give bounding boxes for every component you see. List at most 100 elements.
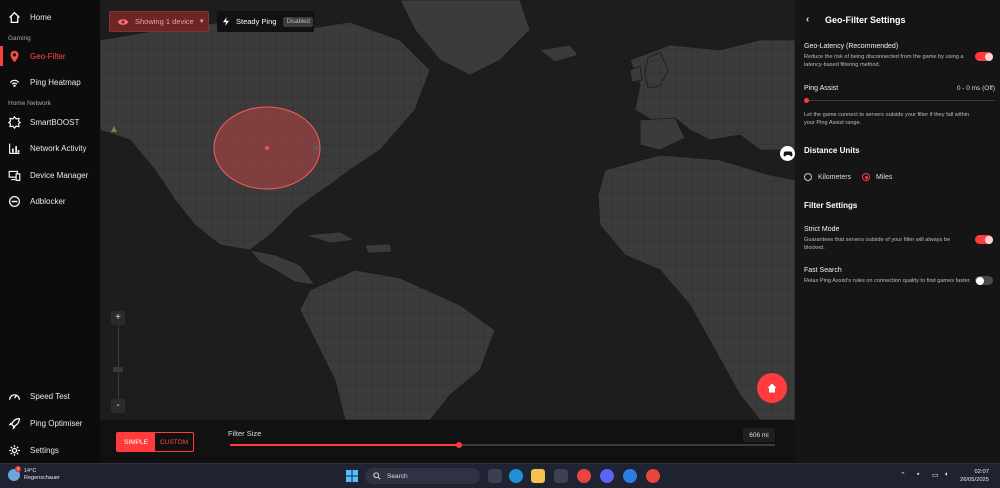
filter-size-fill <box>230 444 459 446</box>
radio-kilometers[interactable]: Kilometers <box>804 173 851 181</box>
filter-size-value[interactable]: 606 mi <box>743 428 775 442</box>
chrome-icon[interactable] <box>577 469 591 483</box>
radio-label: Kilometers <box>818 173 852 181</box>
sidebar-item-network-activity[interactable]: Network Activity <box>0 136 100 160</box>
notification-badge: 1 <box>15 466 21 472</box>
sidebar-item-device-manager[interactable]: Device Manager <box>0 163 100 187</box>
taskbar-search[interactable]: Search <box>365 468 480 484</box>
sidebar-item-home[interactable]: Home <box>0 5 100 29</box>
sidebar-item-label: Speed Test <box>30 391 70 401</box>
store-icon[interactable] <box>554 469 568 483</box>
strict-mode-description: Guarantees that servers outside of your … <box>804 237 951 251</box>
tray-network-icon[interactable]: ▪ <box>917 471 919 478</box>
strict-mode-title: Strict Mode <box>804 226 840 233</box>
fast-search-description: Relax Ping Assist's rules on connection … <box>804 278 971 284</box>
filter-size-bar: SIMPLE CUSTOM Filter Size 606 mi <box>100 420 795 463</box>
sidebar-item-ping-optimiser[interactable]: Ping Optimiser <box>0 411 100 435</box>
mode-toggle: SIMPLE CUSTOM <box>116 432 194 452</box>
filter-settings-heading: Filter Settings <box>804 201 858 210</box>
geo-latency-title: Geo-Latency (Recommended) <box>804 43 899 50</box>
edge-browser-icon[interactable] <box>509 469 523 483</box>
toggle-knob <box>984 52 993 61</box>
back-arrow-icon[interactable]: ‹ <box>806 14 816 25</box>
weather-widget[interactable]: 1 14°C Regenschauer <box>8 466 60 482</box>
zoom-track[interactable] <box>117 325 119 399</box>
toggle-knob <box>984 235 993 244</box>
app-icon[interactable] <box>623 469 637 483</box>
sidebar-item-ping-heatmap[interactable]: Ping Heatmap <box>0 70 100 94</box>
mode-custom-button[interactable]: CUSTOM <box>155 433 193 451</box>
sidebar-item-settings[interactable]: Settings <box>0 438 100 462</box>
fast-search-title: Fast Search <box>804 267 842 274</box>
lightning-icon <box>223 17 229 26</box>
windows-start-icon[interactable] <box>345 469 359 483</box>
weather-description: Regenschauer <box>24 475 60 481</box>
ping-assist-slider[interactable] <box>804 100 995 101</box>
ping-assist-handle[interactable] <box>804 98 809 103</box>
toggle-knob <box>975 276 984 285</box>
server-marker[interactable] <box>313 145 319 151</box>
gear-badge-icon <box>8 115 21 129</box>
strict-mode-toggle[interactable] <box>975 235 993 244</box>
geo-filter-settings-panel: ‹ Geo-Filter Settings Geo-Latency (Recom… <box>795 0 1000 463</box>
sidebar-item-label: Settings <box>30 445 59 455</box>
section-label-gaming: Gaming <box>8 35 31 42</box>
radio-miles[interactable]: Miles <box>862 173 892 181</box>
sidebar-item-label: Home <box>30 12 52 22</box>
rocket-icon <box>8 417 20 430</box>
user-location-dot <box>265 146 269 150</box>
fast-search-toggle[interactable] <box>975 276 993 285</box>
speedometer-icon <box>9 393 20 400</box>
bar-chart-icon <box>9 143 20 154</box>
controller-icon <box>780 146 795 161</box>
sidebar-item-smartboost[interactable]: SmartBOOST <box>0 110 100 134</box>
search-placeholder: Search <box>387 472 408 480</box>
sidebar-item-label: Network Activity <box>30 143 87 153</box>
tray-volume-icon[interactable]: ◖ <box>944 471 948 478</box>
distance-units-heading: Distance Units <box>804 146 860 155</box>
sidebar-item-speed-test[interactable]: Speed Test <box>0 384 100 408</box>
section-label-home-network: Home Network <box>8 100 51 107</box>
clock-time: 02:07 <box>974 469 989 475</box>
radio-button <box>862 173 870 181</box>
windows-taskbar: 1 14°C Regenschauer Search ⌃ ▪ ▭ ◖ 02:07… <box>0 463 1000 488</box>
weather-temperature: 14°C <box>24 468 37 474</box>
zoom-handle[interactable] <box>113 366 123 372</box>
geo-latency-toggle[interactable] <box>975 52 993 61</box>
zoom-control: + - <box>111 311 125 413</box>
settings-icon <box>9 444 20 456</box>
ping-assist-title: Ping Assist <box>804 85 839 92</box>
steady-ping-label: Steady Ping <box>236 17 277 26</box>
clock-date: 26/05/2025 <box>959 477 989 483</box>
tray-chevron-up-icon[interactable]: ⌃ <box>900 471 906 479</box>
sidebar-item-geo-filter[interactable]: Geo-Filter <box>0 44 100 68</box>
sidebar-item-label: SmartBOOST <box>30 117 80 127</box>
file-explorer-icon[interactable] <box>531 469 545 483</box>
recenter-home-button[interactable] <box>757 373 787 403</box>
sidebar-item-adblocker[interactable]: Adblocker <box>0 189 100 213</box>
taskbar-clock[interactable]: 02:07 26/05/2025 <box>954 468 989 484</box>
chrome-profile-icon[interactable] <box>646 469 660 483</box>
filter-size-handle[interactable] <box>455 442 462 448</box>
sidebar: Home Gaming Geo-Filter Ping Heatmap Home… <box>0 0 100 463</box>
steady-ping-status[interactable]: Steady Ping Disabled <box>217 11 314 32</box>
radio-label: Miles <box>876 173 893 181</box>
weather-rain-icon: 1 <box>8 466 21 481</box>
filter-size-slider[interactable] <box>230 442 775 448</box>
sidebar-item-label: Ping Optimiser <box>30 418 83 428</box>
block-icon <box>9 195 20 207</box>
task-view-icon[interactable] <box>488 469 502 483</box>
sidebar-item-label: Adblocker <box>30 196 66 206</box>
filter-size-label: Filter Size <box>228 429 262 438</box>
home-icon <box>767 383 777 393</box>
signal-icon <box>9 79 20 87</box>
devices-dropdown[interactable]: Showing 1 device ▼ <box>109 11 209 32</box>
radio-button <box>804 173 812 181</box>
zoom-out-button[interactable]: - <box>111 399 125 413</box>
zoom-in-button[interactable]: + <box>111 311 125 325</box>
world-map[interactable]: Showing 1 device ▼ Steady Ping Disabled … <box>100 0 795 420</box>
discord-icon[interactable] <box>600 469 614 483</box>
sidebar-item-label: Device Manager <box>30 170 89 180</box>
tray-display-icon[interactable]: ▭ <box>932 471 939 479</box>
mode-simple-button[interactable]: SIMPLE <box>117 433 155 451</box>
